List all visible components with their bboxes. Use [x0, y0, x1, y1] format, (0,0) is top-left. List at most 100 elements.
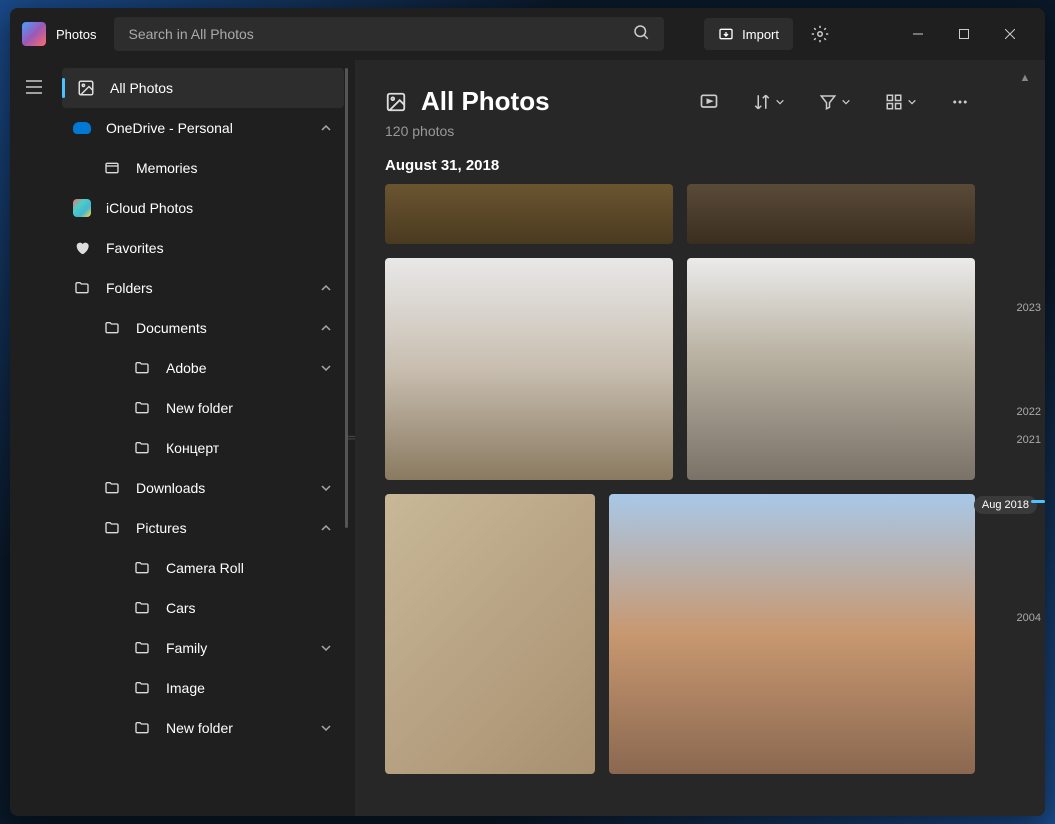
sidebar-item-documents[interactable]: Documents: [58, 308, 348, 348]
settings-button[interactable]: [805, 19, 835, 49]
more-button[interactable]: [945, 87, 975, 117]
photo-thumbnail[interactable]: [385, 494, 595, 774]
folder-icon: [132, 678, 152, 698]
maximize-button[interactable]: [941, 18, 987, 50]
folder-icon: [102, 518, 122, 538]
app-icon: [22, 22, 46, 46]
sidebar-item-downloads[interactable]: Downloads: [58, 468, 348, 508]
chevron-up-icon: [320, 322, 336, 334]
sidebar-item-cameraroll[interactable]: Camera Roll: [58, 548, 348, 588]
photo-thumbnail[interactable]: [609, 494, 975, 774]
sidebar-item-pictures[interactable]: Pictures: [58, 508, 348, 548]
chevron-down-icon: [320, 642, 336, 654]
sidebar-item-image[interactable]: Image: [58, 668, 348, 708]
app-title: Photos: [56, 27, 96, 42]
folder-icon: [132, 438, 152, 458]
sidebar-item-newfolder2[interactable]: New folder: [58, 708, 348, 748]
photo-icon: [76, 78, 96, 98]
sidebar-label: Folders: [106, 280, 320, 296]
main-content: All Photos 120 photos August 31, 2018: [355, 60, 1045, 816]
sidebar-label: Image: [166, 680, 336, 696]
folder-icon: [132, 718, 152, 738]
import-label: Import: [742, 27, 779, 42]
page-title: All Photos: [421, 86, 550, 117]
sidebar-label: Memories: [136, 160, 336, 176]
icloud-icon: [72, 198, 92, 218]
import-icon: [718, 26, 734, 42]
sidebar-item-family[interactable]: Family: [58, 628, 348, 668]
photo-thumbnail[interactable]: [687, 258, 975, 480]
timeline-current-badge[interactable]: Aug 2018: [974, 496, 1037, 514]
photo-count: 120 photos: [385, 123, 550, 139]
titlebar: Photos Import: [10, 8, 1045, 60]
photo-grid: [385, 184, 975, 774]
sidebar-item-memories[interactable]: Memories: [58, 148, 348, 188]
date-group-label: August 31, 2018: [385, 157, 975, 174]
sidebar-item-cars[interactable]: Cars: [58, 588, 348, 628]
hamburger-button[interactable]: [18, 72, 50, 102]
close-button[interactable]: [987, 18, 1033, 50]
sidebar-label: Family: [166, 640, 320, 656]
chevron-down-icon: [320, 482, 336, 494]
scroll-up-icon[interactable]: ▲: [1020, 72, 1031, 84]
filter-button[interactable]: [813, 87, 857, 117]
chevron-down-icon: [320, 722, 336, 734]
nav-rail: [10, 60, 58, 816]
sidebar: All Photos OneDrive - Personal Memories …: [58, 60, 348, 816]
minimize-button[interactable]: [895, 18, 941, 50]
chevron-up-icon: [320, 282, 336, 294]
onedrive-icon: [72, 118, 92, 138]
sidebar-item-icloud[interactable]: iCloud Photos: [58, 188, 348, 228]
folder-icon: [102, 478, 122, 498]
import-button[interactable]: Import: [704, 18, 793, 50]
sidebar-label: All Photos: [110, 80, 332, 96]
sidebar-label: Концерт: [166, 440, 336, 456]
sidebar-label: Favorites: [106, 240, 336, 256]
timeline-year[interactable]: 2023: [1017, 302, 1041, 314]
gear-icon: [811, 25, 829, 43]
sidebar-label: New folder: [166, 720, 320, 736]
slideshow-button[interactable]: [693, 86, 725, 118]
folder-icon: [132, 398, 152, 418]
search-icon[interactable]: [632, 23, 656, 47]
sidebar-label: OneDrive - Personal: [106, 120, 320, 136]
sort-button[interactable]: [747, 87, 791, 117]
photo-icon: [385, 91, 407, 113]
sidebar-item-favorites[interactable]: Favorites: [58, 228, 348, 268]
splitter[interactable]: ||: [348, 60, 355, 816]
sidebar-item-koncert[interactable]: Концерт: [58, 428, 348, 468]
sidebar-item-folders[interactable]: Folders: [58, 268, 348, 308]
memories-icon: [102, 158, 122, 178]
timeline-scrubber[interactable]: ▲ 2023 2022 2021 Aug 2018 2004: [1005, 60, 1045, 816]
folder-icon: [72, 278, 92, 298]
window-controls: [895, 18, 1033, 50]
main-scroll[interactable]: All Photos 120 photos August 31, 2018: [355, 60, 1005, 816]
folder-icon: [132, 358, 152, 378]
sidebar-item-newfolder[interactable]: New folder: [58, 388, 348, 428]
sidebar-label: Pictures: [136, 520, 320, 536]
photo-thumbnail[interactable]: [687, 184, 975, 244]
timeline-year[interactable]: 2004: [1017, 612, 1041, 624]
sidebar-scrollbar[interactable]: [345, 68, 348, 816]
folder-icon: [132, 558, 152, 578]
sidebar-item-onedrive[interactable]: OneDrive - Personal: [58, 108, 348, 148]
sidebar-label: Adobe: [166, 360, 320, 376]
search-input[interactable]: [114, 17, 664, 51]
photo-thumbnail[interactable]: [385, 184, 673, 244]
timeline-indicator: [1031, 500, 1045, 503]
sidebar-label: New folder: [166, 400, 336, 416]
timeline-year[interactable]: 2021: [1017, 434, 1041, 446]
timeline-year[interactable]: 2022: [1017, 406, 1041, 418]
sidebar-label: Cars: [166, 600, 336, 616]
sidebar-item-all-photos[interactable]: All Photos: [62, 68, 344, 108]
folder-icon: [132, 598, 152, 618]
toolbar: [693, 86, 975, 118]
sidebar-item-adobe[interactable]: Adobe: [58, 348, 348, 388]
main-header: All Photos 120 photos: [385, 86, 975, 139]
chevron-down-icon: [320, 362, 336, 374]
folder-icon: [132, 638, 152, 658]
chevron-up-icon: [320, 522, 336, 534]
photo-thumbnail[interactable]: [385, 258, 673, 480]
view-button[interactable]: [879, 87, 923, 117]
sidebar-label: iCloud Photos: [106, 200, 336, 216]
